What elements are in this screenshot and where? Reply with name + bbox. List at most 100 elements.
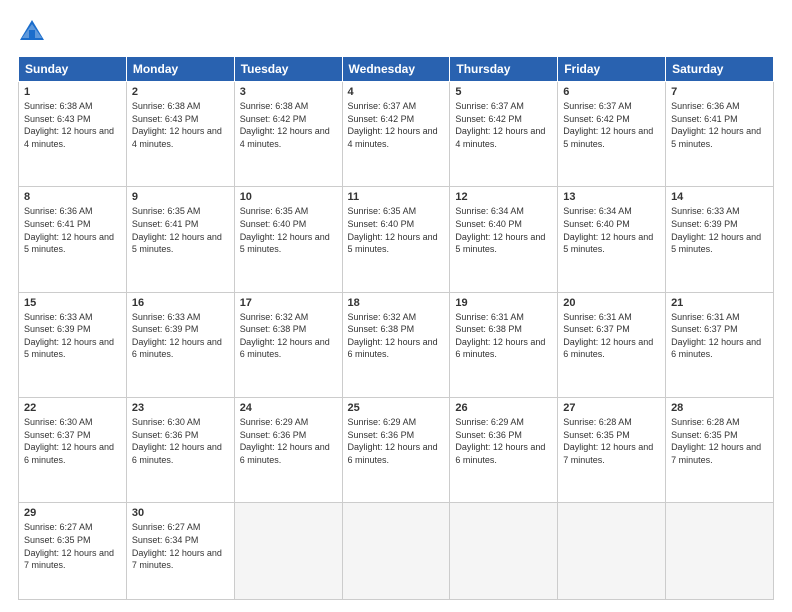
day-info: Sunrise: 6:28 AMSunset: 6:35 PMDaylight:… xyxy=(563,416,660,466)
day-number: 10 xyxy=(240,191,337,203)
calendar-cell: 30Sunrise: 6:27 AMSunset: 6:34 PMDayligh… xyxy=(126,503,234,600)
day-number: 16 xyxy=(132,297,229,309)
calendar-table: SundayMondayTuesdayWednesdayThursdayFrid… xyxy=(18,56,774,600)
day-number: 17 xyxy=(240,297,337,309)
day-number: 18 xyxy=(348,297,445,309)
day-info: Sunrise: 6:31 AMSunset: 6:38 PMDaylight:… xyxy=(455,311,552,361)
day-info: Sunrise: 6:38 AMSunset: 6:43 PMDaylight:… xyxy=(24,100,121,150)
day-info: Sunrise: 6:36 AMSunset: 6:41 PMDaylight:… xyxy=(671,100,768,150)
calendar-cell: 13 Sunrise: 6:34 AMSunset: 6:40 PMDayligh… xyxy=(558,187,666,292)
day-number: 20 xyxy=(563,297,660,309)
calendar-cell: 17 Sunrise: 6:32 AMSunset: 6:38 PMDayligh… xyxy=(234,292,342,397)
calendar-cell xyxy=(558,503,666,600)
day-info: Sunrise: 6:29 AMSunset: 6:36 PMDaylight:… xyxy=(240,416,337,466)
day-info: Sunrise: 6:34 AMSunset: 6:40 PMDaylight:… xyxy=(455,205,552,255)
calendar-cell: 23 Sunrise: 6:30 AMSunset: 6:36 PMDayligh… xyxy=(126,398,234,503)
calendar-cell: 3 Sunrise: 6:38 AMSunset: 6:42 PMDaylight… xyxy=(234,82,342,187)
day-info: Sunrise: 6:30 AMSunset: 6:36 PMDaylight:… xyxy=(132,416,229,466)
calendar-cell: 24 Sunrise: 6:29 AMSunset: 6:36 PMDayligh… xyxy=(234,398,342,503)
day-number: 2 xyxy=(132,86,229,98)
day-info: Sunrise: 6:29 AMSunset: 6:36 PMDaylight:… xyxy=(455,416,552,466)
calendar-header-friday: Friday xyxy=(558,57,666,82)
logo xyxy=(18,18,50,46)
calendar-cell: 14Sunrise: 6:33 AMSunset: 6:39 PMDayligh… xyxy=(666,187,774,292)
calendar-cell: 5 Sunrise: 6:37 AMSunset: 6:42 PMDaylight… xyxy=(450,82,558,187)
day-info: Sunrise: 6:35 AMSunset: 6:41 PMDaylight:… xyxy=(132,205,229,255)
calendar-cell: 19 Sunrise: 6:31 AMSunset: 6:38 PMDayligh… xyxy=(450,292,558,397)
day-info: Sunrise: 6:37 AMSunset: 6:42 PMDaylight:… xyxy=(455,100,552,150)
day-info: Sunrise: 6:27 AMSunset: 6:35 PMDaylight:… xyxy=(24,521,121,571)
header xyxy=(18,18,774,46)
day-number: 1 xyxy=(24,86,121,98)
day-number: 4 xyxy=(348,86,445,98)
calendar-week-row: 29Sunrise: 6:27 AMSunset: 6:35 PMDayligh… xyxy=(19,503,774,600)
day-info: Sunrise: 6:30 AMSunset: 6:37 PMDaylight:… xyxy=(24,416,121,466)
calendar-cell xyxy=(666,503,774,600)
day-info: Sunrise: 6:31 AMSunset: 6:37 PMDaylight:… xyxy=(563,311,660,361)
day-info: Sunrise: 6:37 AMSunset: 6:42 PMDaylight:… xyxy=(348,100,445,150)
calendar-cell: 15 Sunrise: 6:33 AMSunset: 6:39 PMDayligh… xyxy=(19,292,127,397)
day-number: 30 xyxy=(132,507,229,519)
day-number: 12 xyxy=(455,191,552,203)
calendar-cell xyxy=(234,503,342,600)
calendar-cell: 18 Sunrise: 6:32 AMSunset: 6:38 PMDayligh… xyxy=(342,292,450,397)
day-info: Sunrise: 6:37 AMSunset: 6:42 PMDaylight:… xyxy=(563,100,660,150)
calendar-cell: 25Sunrise: 6:29 AMSunset: 6:36 PMDayligh… xyxy=(342,398,450,503)
day-number: 27 xyxy=(563,402,660,414)
calendar-cell: 4 Sunrise: 6:37 AMSunset: 6:42 PMDaylight… xyxy=(342,82,450,187)
day-info: Sunrise: 6:33 AMSunset: 6:39 PMDaylight:… xyxy=(24,311,121,361)
day-info: Sunrise: 6:33 AMSunset: 6:39 PMDaylight:… xyxy=(132,311,229,361)
day-number: 15 xyxy=(24,297,121,309)
day-info: Sunrise: 6:33 AMSunset: 6:39 PMDaylight:… xyxy=(671,205,768,255)
day-number: 23 xyxy=(132,402,229,414)
day-info: Sunrise: 6:32 AMSunset: 6:38 PMDaylight:… xyxy=(240,311,337,361)
calendar-header-sunday: Sunday xyxy=(19,57,127,82)
calendar-week-row: 8 Sunrise: 6:36 AMSunset: 6:41 PMDaylight… xyxy=(19,187,774,292)
calendar-header-monday: Monday xyxy=(126,57,234,82)
calendar-cell: 7 Sunrise: 6:36 AMSunset: 6:41 PMDaylight… xyxy=(666,82,774,187)
day-info: Sunrise: 6:28 AMSunset: 6:35 PMDaylight:… xyxy=(671,416,768,466)
calendar-cell xyxy=(342,503,450,600)
day-number: 22 xyxy=(24,402,121,414)
day-info: Sunrise: 6:31 AMSunset: 6:37 PMDaylight:… xyxy=(671,311,768,361)
calendar-cell: 21 Sunrise: 6:31 AMSunset: 6:37 PMDayligh… xyxy=(666,292,774,397)
calendar-cell: 29Sunrise: 6:27 AMSunset: 6:35 PMDayligh… xyxy=(19,503,127,600)
calendar-cell xyxy=(450,503,558,600)
calendar-cell: 2Sunrise: 6:38 AMSunset: 6:43 PMDaylight… xyxy=(126,82,234,187)
logo-icon xyxy=(18,18,46,46)
calendar-cell: 28 Sunrise: 6:28 AMSunset: 6:35 PMDayligh… xyxy=(666,398,774,503)
calendar-header-wednesday: Wednesday xyxy=(342,57,450,82)
calendar-header-tuesday: Tuesday xyxy=(234,57,342,82)
calendar-week-row: 22 Sunrise: 6:30 AMSunset: 6:37 PMDayligh… xyxy=(19,398,774,503)
day-info: Sunrise: 6:32 AMSunset: 6:38 PMDaylight:… xyxy=(348,311,445,361)
calendar-week-row: 15 Sunrise: 6:33 AMSunset: 6:39 PMDayligh… xyxy=(19,292,774,397)
calendar-cell: 6 Sunrise: 6:37 AMSunset: 6:42 PMDaylight… xyxy=(558,82,666,187)
day-number: 19 xyxy=(455,297,552,309)
calendar-cell: 12 Sunrise: 6:34 AMSunset: 6:40 PMDayligh… xyxy=(450,187,558,292)
day-number: 6 xyxy=(563,86,660,98)
calendar-header-thursday: Thursday xyxy=(450,57,558,82)
day-info: Sunrise: 6:35 AMSunset: 6:40 PMDaylight:… xyxy=(348,205,445,255)
calendar-cell: 1 Sunrise: 6:38 AMSunset: 6:43 PMDaylight… xyxy=(19,82,127,187)
day-info: Sunrise: 6:36 AMSunset: 6:41 PMDaylight:… xyxy=(24,205,121,255)
day-number: 21 xyxy=(671,297,768,309)
calendar-cell: 26Sunrise: 6:29 AMSunset: 6:36 PMDayligh… xyxy=(450,398,558,503)
day-number: 5 xyxy=(455,86,552,98)
day-number: 24 xyxy=(240,402,337,414)
day-number: 28 xyxy=(671,402,768,414)
calendar-cell: 8 Sunrise: 6:36 AMSunset: 6:41 PMDaylight… xyxy=(19,187,127,292)
day-info: Sunrise: 6:38 AMSunset: 6:42 PMDaylight:… xyxy=(240,100,337,150)
day-number: 8 xyxy=(24,191,121,203)
calendar-cell: 16 Sunrise: 6:33 AMSunset: 6:39 PMDayligh… xyxy=(126,292,234,397)
calendar-cell: 11 Sunrise: 6:35 AMSunset: 6:40 PMDayligh… xyxy=(342,187,450,292)
calendar-header-row: SundayMondayTuesdayWednesdayThursdayFrid… xyxy=(19,57,774,82)
day-number: 3 xyxy=(240,86,337,98)
calendar-cell: 27 Sunrise: 6:28 AMSunset: 6:35 PMDayligh… xyxy=(558,398,666,503)
calendar-week-row: 1 Sunrise: 6:38 AMSunset: 6:43 PMDaylight… xyxy=(19,82,774,187)
day-info: Sunrise: 6:34 AMSunset: 6:40 PMDaylight:… xyxy=(563,205,660,255)
calendar-cell: 9Sunrise: 6:35 AMSunset: 6:41 PMDaylight… xyxy=(126,187,234,292)
day-number: 11 xyxy=(348,191,445,203)
day-number: 13 xyxy=(563,191,660,203)
calendar-header-saturday: Saturday xyxy=(666,57,774,82)
day-number: 7 xyxy=(671,86,768,98)
